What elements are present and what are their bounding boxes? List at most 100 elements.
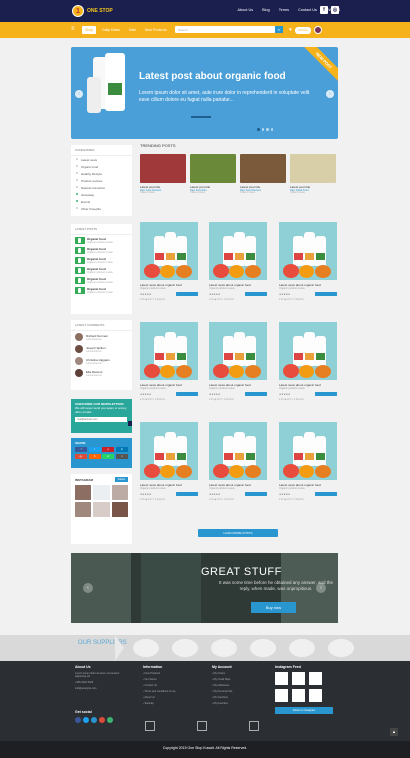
trending-card[interactable]: Latest post title Raw Food Recipes 0 likes…	[240, 154, 286, 194]
hero-dot[interactable]	[257, 128, 260, 131]
supplier-logo[interactable]	[211, 639, 237, 657]
googleplus-icon[interactable]	[99, 717, 105, 723]
trending-card[interactable]: Latest post title Raw Food Diet 0 likes 0 …	[190, 154, 236, 194]
twitter-icon[interactable]	[83, 717, 89, 723]
instagram-feed-photo[interactable]	[309, 672, 322, 685]
instagram-photo[interactable]	[75, 485, 92, 500]
read-more-button[interactable]	[245, 292, 267, 296]
footer-email[interactable]: info@example.com	[75, 687, 130, 690]
linkedin-share-button[interactable]: in	[115, 447, 128, 452]
whatsapp-icon[interactable]	[107, 717, 113, 723]
footer-link[interactable]: My Addresses	[212, 684, 267, 687]
trending-card[interactable]: Latest post title Raw Salad Food 0 likes 0…	[290, 154, 336, 194]
search-icon[interactable]: ⌕	[275, 26, 283, 33]
read-more-button[interactable]	[245, 492, 267, 496]
comment-item[interactable]: Joseph Spilton commented on	[71, 343, 132, 355]
instagram-feed-photo[interactable]	[292, 672, 305, 685]
category-item[interactable]: Product reviews	[71, 177, 132, 184]
footer-link[interactable]: Contact Us	[143, 684, 198, 687]
hero-prev-arrow-icon[interactable]: ‹	[75, 90, 83, 98]
hero-dot[interactable]	[261, 128, 264, 131]
supplier-logo[interactable]	[172, 639, 198, 657]
instagram-follow-button[interactable]: Follow	[114, 477, 128, 482]
facebook-icon[interactable]: f	[320, 6, 328, 14]
latest-post-item[interactable]: Organic food Organic product review	[71, 275, 132, 285]
comment-item[interactable]: Christina Higgans commented on	[71, 355, 132, 367]
trending-card[interactable]: Latest post title Raw Juice Recipes 0 like…	[140, 154, 186, 194]
footer-link[interactable]: My Credit Slips	[212, 678, 267, 681]
footer-link[interactable]: Our Stores	[143, 678, 198, 681]
twitter-share-button[interactable]: t	[88, 447, 101, 452]
viber-share-button[interactable]: v	[115, 453, 128, 459]
avatar[interactable]	[313, 26, 322, 34]
post-card[interactable]: Latest news about organic food Organic pr…	[140, 222, 198, 318]
newsletter-email-field[interactable]	[75, 417, 127, 422]
cart-count[interactable]: 0 Items	[294, 26, 311, 34]
read-more-button[interactable]	[176, 392, 198, 396]
top-nav-about[interactable]: About Us	[238, 8, 254, 12]
read-more-button[interactable]	[315, 392, 337, 396]
comment-item[interactable]: Richard Norman commented on	[71, 331, 132, 343]
footer-link[interactable]: My Vouchers	[212, 696, 267, 699]
nav-sale[interactable]: Sale	[126, 26, 139, 34]
hero-dot[interactable]	[266, 128, 269, 131]
instagram-photo[interactable]	[93, 485, 110, 500]
banner-prev-arrow-icon[interactable]: ‹	[83, 583, 93, 593]
supplier-logo[interactable]	[289, 639, 315, 657]
menu-icon[interactable]: ≡	[71, 26, 75, 32]
facebook-share-button[interactable]: f	[75, 447, 88, 452]
facebook-icon[interactable]	[75, 717, 81, 723]
cart-icon[interactable]: ♥	[289, 27, 292, 33]
nav-daily-deals[interactable]: Daily Deals	[99, 26, 123, 34]
banner-next-arrow-icon[interactable]: ›	[316, 583, 326, 593]
latest-post-item[interactable]: Organic food Organic product review	[71, 245, 132, 255]
post-card[interactable]: Latest news about organic food Organic pr…	[209, 322, 267, 418]
instagram-photo[interactable]	[111, 502, 128, 517]
load-more-button[interactable]: LOAD MORE POSTS	[198, 529, 278, 537]
supplier-logo[interactable]	[328, 639, 354, 657]
instagram-feed-photo[interactable]	[275, 672, 288, 685]
category-item[interactable]: Giveaway	[71, 191, 132, 198]
read-more-button[interactable]	[245, 392, 267, 396]
latest-post-item[interactable]: Organic food Organic product review	[71, 265, 132, 275]
category-item[interactable]: Other thoughts	[71, 205, 132, 212]
read-more-button[interactable]	[176, 492, 198, 496]
footer-link[interactable]: My Personal Info	[212, 690, 267, 693]
post-card[interactable]: Latest news about organic food Organic pr…	[279, 222, 337, 318]
linkedin-icon[interactable]	[91, 717, 97, 723]
footer-follow-button[interactable]: Follow on Instagram	[275, 707, 333, 714]
instagram-feed-photo[interactable]	[275, 689, 288, 702]
footer-link[interactable]: My Orders	[212, 672, 267, 675]
category-item[interactable]: Natural cosmetics	[71, 184, 132, 191]
nav-shop[interactable]: Shop	[82, 26, 97, 34]
comment-item[interactable]: Ella Reuters commented on	[71, 367, 132, 379]
supplier-logo[interactable]	[250, 639, 276, 657]
read-more-button[interactable]	[315, 292, 337, 296]
nav-new-products[interactable]: New Products	[142, 26, 170, 34]
whatsapp-share-button[interactable]: w	[102, 453, 115, 459]
supplier-logo[interactable]	[133, 639, 159, 657]
footer-link[interactable]: New Products	[143, 672, 198, 675]
category-item[interactable]: Latest news	[71, 156, 132, 163]
instagram-icon[interactable]: ◎	[331, 6, 339, 14]
read-more-button[interactable]	[176, 292, 198, 296]
post-card[interactable]: Latest news about organic food Organic pr…	[140, 422, 198, 518]
instagram-feed-photo[interactable]	[292, 689, 305, 702]
blogger-share-button[interactable]: b	[88, 453, 101, 459]
latest-post-item[interactable]: Organic food Organic product review	[71, 285, 132, 295]
footer-link[interactable]: Terms and conditions of use	[143, 690, 198, 693]
hero-dot[interactable]	[270, 128, 273, 131]
footer-link[interactable]: Sitemap	[143, 702, 198, 705]
buy-now-button[interactable]: Buy now	[251, 602, 296, 613]
post-card[interactable]: Latest news about organic food Organic pr…	[279, 422, 337, 518]
category-item[interactable]: Events	[71, 198, 132, 205]
post-card[interactable]: Latest news about organic food Organic pr…	[279, 322, 337, 418]
logo[interactable]: 1 ONE STOP	[72, 4, 113, 18]
latest-post-item[interactable]: Organic food Organic product review	[71, 255, 132, 265]
latest-post-item[interactable]: Organic food Organic product review	[71, 235, 132, 245]
post-card[interactable]: Latest news about organic food Organic pr…	[209, 422, 267, 518]
pinterest-share-button[interactable]: p	[102, 447, 115, 452]
instagram-photo[interactable]	[93, 502, 110, 517]
top-nav-contact[interactable]: Contact Us	[298, 8, 317, 12]
top-nav-terms[interactable]: Terms	[279, 8, 289, 12]
